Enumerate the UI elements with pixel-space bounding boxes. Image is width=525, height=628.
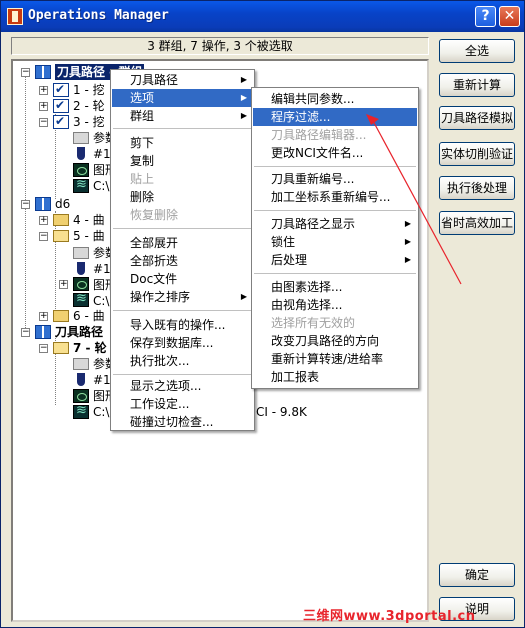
annotation-arrow xyxy=(366,114,462,285)
watermark-text: 三维网www.3dportal.cn xyxy=(303,609,476,624)
operations-manager-window: Operations Manager ? ✕ 3 群组, 7 操作, 3 个被选… xyxy=(0,0,525,628)
